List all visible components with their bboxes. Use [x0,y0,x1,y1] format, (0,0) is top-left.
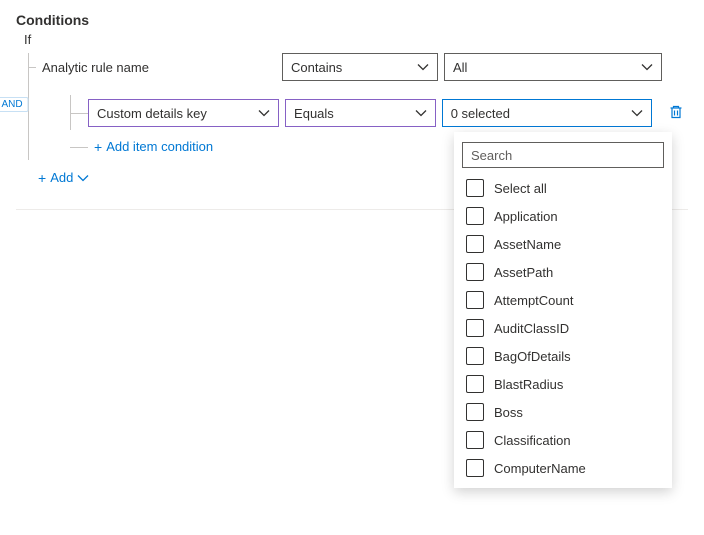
option-item[interactable]: Classification [454,426,672,454]
option-item[interactable]: Boss [454,398,672,426]
chevron-down-icon [258,107,270,119]
checkbox-icon [466,263,484,281]
option-label: Application [494,209,558,224]
value-select-1[interactable]: All [444,53,662,81]
select-all-label: Select all [494,181,547,196]
option-item[interactable]: ComputerName [454,454,672,482]
search-input[interactable] [462,142,664,168]
plus-icon: + [94,140,102,154]
section-title: Conditions [16,12,688,28]
chevron-down-icon [415,107,427,119]
checkbox-icon [466,375,484,393]
delete-button[interactable] [664,100,688,127]
operator-select-2-value: Equals [294,106,334,121]
option-item[interactable]: BagOfDetails [454,342,672,370]
option-item[interactable]: AuditClassID [454,314,672,342]
add-item-condition-label: Add item condition [106,139,213,154]
option-label: AssetName [494,237,561,252]
condition-row-1: Analytic rule name Contains All [36,53,688,81]
option-item[interactable]: Application [454,202,672,230]
option-label: AuditClassID [494,321,569,336]
operator-select-1[interactable]: Contains [282,53,438,81]
checkbox-icon [466,431,484,449]
condition-row-2: Custom details key Equals 0 selected [88,99,688,127]
option-label: ComputerName [494,461,586,476]
value-select-2[interactable]: 0 selected [442,99,652,127]
option-item[interactable]: BlastRadius [454,370,672,398]
checkbox-icon [466,403,484,421]
option-item[interactable]: AssetName [454,230,672,258]
options-list[interactable]: Application AssetName AssetPath AttemptCoun… [454,202,672,482]
select-all-option[interactable]: Select all [454,174,672,202]
chevron-down-icon [631,107,643,119]
checkbox-icon [466,235,484,253]
checkbox-icon [466,207,484,225]
operator-select-2[interactable]: Equals [285,99,436,127]
checkbox-icon [466,319,484,337]
checkbox-icon [466,459,484,477]
chevron-down-icon [417,61,429,73]
value-select-1-value: All [453,60,467,75]
chevron-down-icon [641,61,653,73]
option-label: AssetPath [494,265,553,280]
option-label: BagOfDetails [494,349,571,364]
checkbox-icon [466,291,484,309]
and-badge: AND [0,97,29,112]
option-label: Boss [494,405,523,420]
operator-select-1-value: Contains [291,60,342,75]
value-select-2-value: 0 selected [451,106,510,121]
property-label: Analytic rule name [36,60,276,75]
plus-icon: + [38,171,46,185]
checkbox-icon [466,179,484,197]
property-select-2[interactable]: Custom details key [88,99,279,127]
option-label: Classification [494,433,571,448]
option-label: AttemptCount [494,293,574,308]
checkbox-icon [466,347,484,365]
option-item[interactable]: AssetPath [454,258,672,286]
if-label: If [16,32,688,47]
option-label: BlastRadius [494,377,563,392]
multi-select-dropdown: Select all Application AssetName AssetPath… [454,132,672,488]
property-select-2-value: Custom details key [97,106,207,121]
add-condition-label: Add [50,170,73,185]
chevron-down-icon [77,172,89,184]
option-item[interactable]: AttemptCount [454,286,672,314]
